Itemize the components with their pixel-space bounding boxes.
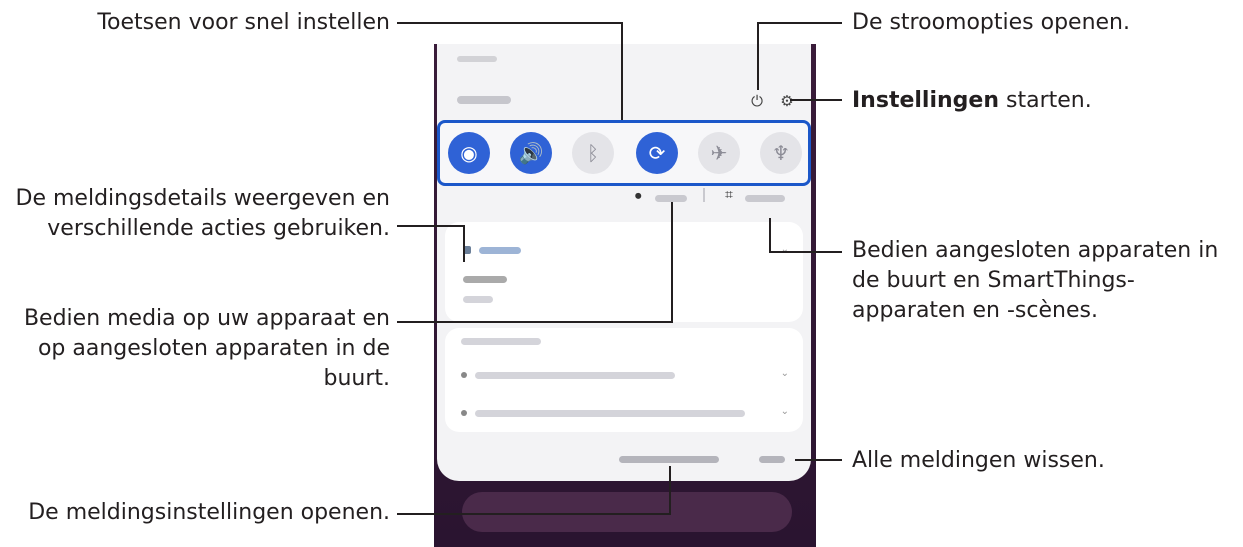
- line: buurt.: [323, 366, 390, 391]
- line: op aangesloten apparaten in de: [37, 336, 390, 361]
- callout-settings: Instellingen starten.: [852, 86, 1092, 116]
- callout-notification-details: De meldingsdetails weergeven en verschil…: [16, 184, 390, 244]
- callout-media: Bedien media op uw apparaat en op aanges…: [24, 304, 390, 394]
- line: apparaten en -scènes.: [852, 298, 1098, 323]
- callout-power: De stroomopties openen.: [852, 10, 1130, 35]
- callout-devices: Bedien aangesloten apparaten in de buurt…: [852, 236, 1218, 326]
- callout-notification-settings: De meldingsinstellingen openen.: [28, 500, 390, 525]
- settings-rest: starten.: [999, 88, 1092, 113]
- line: De meldingsdetails weergeven en: [15, 186, 390, 211]
- line: Bedien media op uw apparaat en: [23, 306, 390, 331]
- line: de buurt en SmartThings-: [852, 268, 1135, 293]
- line: Bedien aangesloten apparaten in: [852, 238, 1219, 263]
- line: verschillende acties gebruiken.: [47, 216, 390, 241]
- callout-quick-settings: Toetsen voor snel instellen: [97, 10, 390, 35]
- callout-clear-all: Alle meldingen wissen.: [852, 448, 1105, 473]
- settings-bold: Instellingen: [852, 88, 999, 113]
